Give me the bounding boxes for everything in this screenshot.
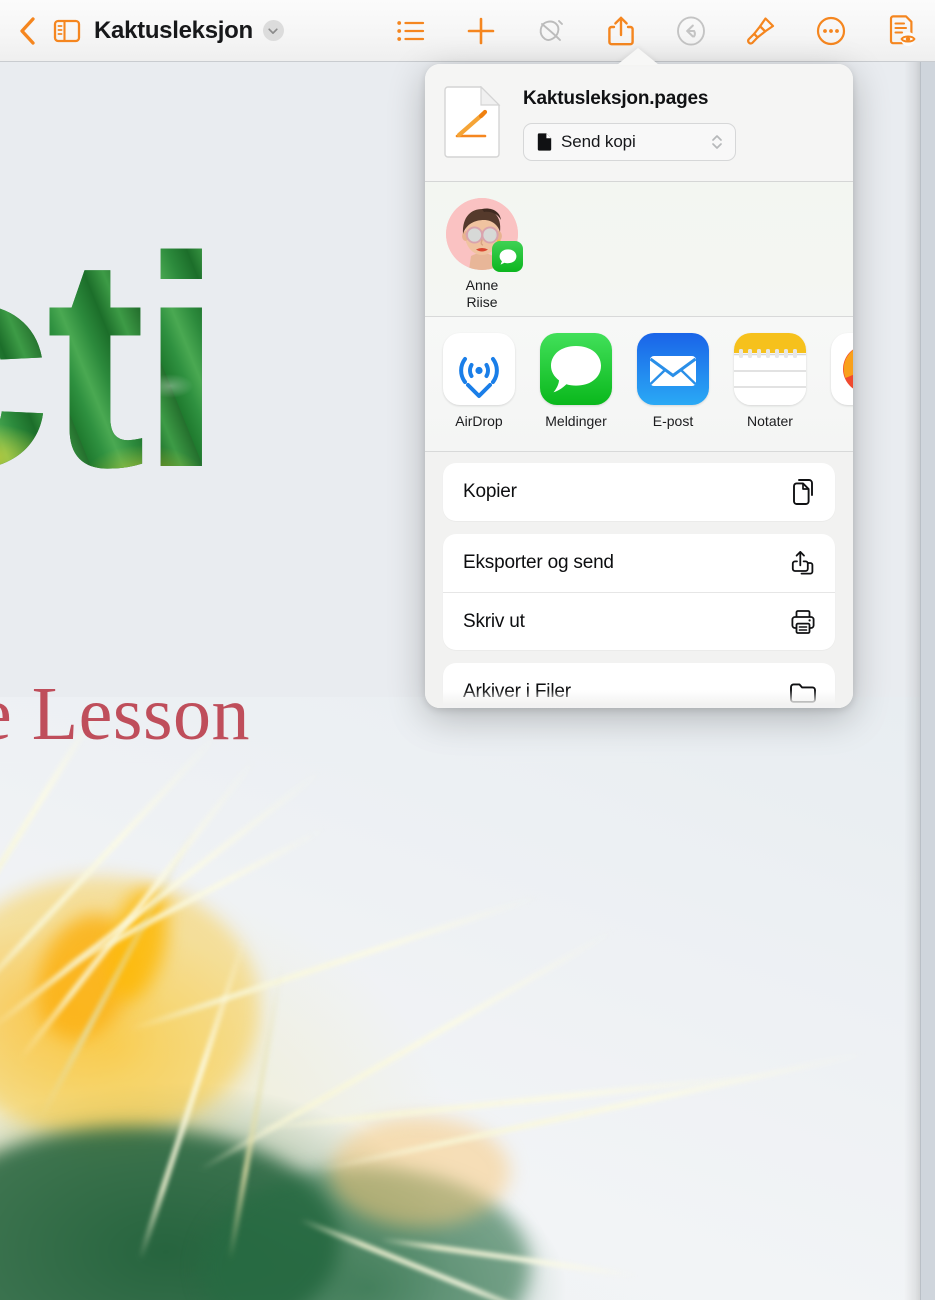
share-apps-row[interactable]: AirDrop Meldinger E-post Notater xyxy=(425,317,853,452)
back-button[interactable] xyxy=(10,9,44,53)
page-title[interactable]: Kaktusleksjon xyxy=(90,17,259,45)
airdrop-glyph xyxy=(459,357,499,398)
messages-bubble-glyph xyxy=(551,346,601,393)
contact-first-name: Anne xyxy=(465,277,499,293)
share-app-label: Meldinger xyxy=(545,413,607,429)
printer-icon xyxy=(789,608,817,636)
share-app-label: E-post xyxy=(652,413,694,429)
folder-icon xyxy=(789,678,817,706)
ellipsis-circle-icon xyxy=(816,16,846,45)
cactus-spine xyxy=(249,1072,768,1132)
share-contacts-row[interactable]: Anne Riise xyxy=(425,182,853,317)
document-icon xyxy=(537,133,552,151)
pages-file-glyph xyxy=(444,85,501,158)
plus-icon xyxy=(467,17,495,44)
bulleted-list-icon xyxy=(397,20,425,41)
action-row-print[interactable]: Skriv ut xyxy=(443,592,835,650)
contact-item[interactable]: Anne Riise xyxy=(443,198,523,316)
action-label: Skriv ut xyxy=(463,610,525,632)
undo-button[interactable] xyxy=(671,15,711,47)
share-app-freeform[interactable]: Fre xyxy=(831,333,853,451)
freeform-glyph xyxy=(843,349,853,389)
undo-icon xyxy=(677,15,705,46)
share-button[interactable] xyxy=(601,15,641,47)
smart-annotation-button[interactable] xyxy=(531,15,571,47)
messages-bubble-glyph xyxy=(499,248,516,265)
action-row-copy[interactable]: Kopier xyxy=(443,463,835,521)
airdrop-icon xyxy=(443,333,515,405)
document-eye-icon xyxy=(889,14,916,46)
mail-envelope-glyph xyxy=(649,356,697,386)
toolbar-left-group: Kaktusleksjon xyxy=(0,9,284,53)
export-share-icon xyxy=(789,549,817,577)
messages-icon xyxy=(540,333,612,405)
document-subheadline[interactable]: e Lesson xyxy=(0,674,250,754)
action-row-save-to-files[interactable]: Arkiver i Filer xyxy=(443,663,835,708)
document-options-button[interactable] xyxy=(881,14,921,48)
action-label: Kopier xyxy=(463,481,517,502)
share-app-label: Notater xyxy=(747,413,793,429)
popover-pointer xyxy=(617,48,659,65)
action-group: Eksporter og send Skriv ut xyxy=(443,534,835,650)
share-mode-label: Send kopi xyxy=(561,132,636,151)
chevron-down-glyph xyxy=(268,27,278,34)
contact-last-name: Riise xyxy=(466,294,498,310)
list-view-button[interactable] xyxy=(391,18,431,44)
share-actions-list[interactable]: Kopier Eksporter og send Skriv ut Arkive… xyxy=(425,452,853,708)
action-group: Kopier xyxy=(443,463,835,521)
contact-name: Anne Riise xyxy=(443,277,521,311)
share-app-label: AirDrop xyxy=(455,413,503,429)
share-mode-select[interactable]: Send kopi xyxy=(523,123,736,161)
action-label: Eksporter og send xyxy=(463,552,614,573)
messages-icon xyxy=(492,241,523,272)
share-app-notes[interactable]: Notater xyxy=(734,333,806,451)
insert-button[interactable] xyxy=(461,16,501,46)
share-app-mail[interactable]: E-post xyxy=(637,333,709,451)
copy-icon xyxy=(789,478,817,506)
action-group: Arkiver i Filer xyxy=(443,663,835,708)
notes-icon xyxy=(734,333,806,405)
copy-glyph xyxy=(793,479,813,505)
app-root: Kaktusleksjon ti e Lesson Kaktusleksjon.… xyxy=(0,0,935,1300)
paintbrush-icon xyxy=(747,16,775,44)
share-app-airdrop[interactable]: AirDrop xyxy=(443,333,515,451)
notes-paper-glyph xyxy=(734,333,806,405)
smart-annotation-icon xyxy=(539,19,563,41)
share-app-messages[interactable]: Meldinger xyxy=(540,333,612,451)
printer-glyph xyxy=(791,609,815,634)
title-chevron-down-icon[interactable] xyxy=(262,20,284,41)
toolbar-right-group xyxy=(391,14,935,48)
share-icon xyxy=(608,16,634,45)
cactus-photo xyxy=(0,697,920,1300)
action-row-export-and-send[interactable]: Eksporter og send xyxy=(443,534,835,592)
export-share-glyph xyxy=(791,551,814,575)
avatar-wrap xyxy=(446,198,523,272)
share-sheet-file-info: Kaktusleksjon.pages Send kopi xyxy=(523,86,835,161)
share-sheet-header: Kaktusleksjon.pages Send kopi xyxy=(425,64,853,182)
sidebar-layout-icon xyxy=(53,19,81,42)
document-headline[interactable]: cti xyxy=(0,212,218,512)
more-button[interactable] xyxy=(811,15,851,47)
mail-icon xyxy=(637,333,709,405)
document-navigator-button[interactable] xyxy=(48,9,86,53)
pages-document-icon xyxy=(443,85,501,158)
share-sheet-popover[interactable]: Kaktusleksjon.pages Send kopi Anne Riise… xyxy=(425,64,853,708)
format-button[interactable] xyxy=(741,15,781,47)
chevron-left-icon xyxy=(20,16,35,45)
share-file-name: Kaktusleksjon.pages xyxy=(523,88,709,109)
document-toolbar: Kaktusleksjon xyxy=(0,0,935,62)
freeform-icon xyxy=(831,333,853,405)
action-label: Arkiver i Filer xyxy=(463,681,571,702)
chevron-up-down-icon xyxy=(712,135,722,149)
share-app-label: Fre xyxy=(831,413,853,429)
folder-glyph xyxy=(790,683,816,703)
